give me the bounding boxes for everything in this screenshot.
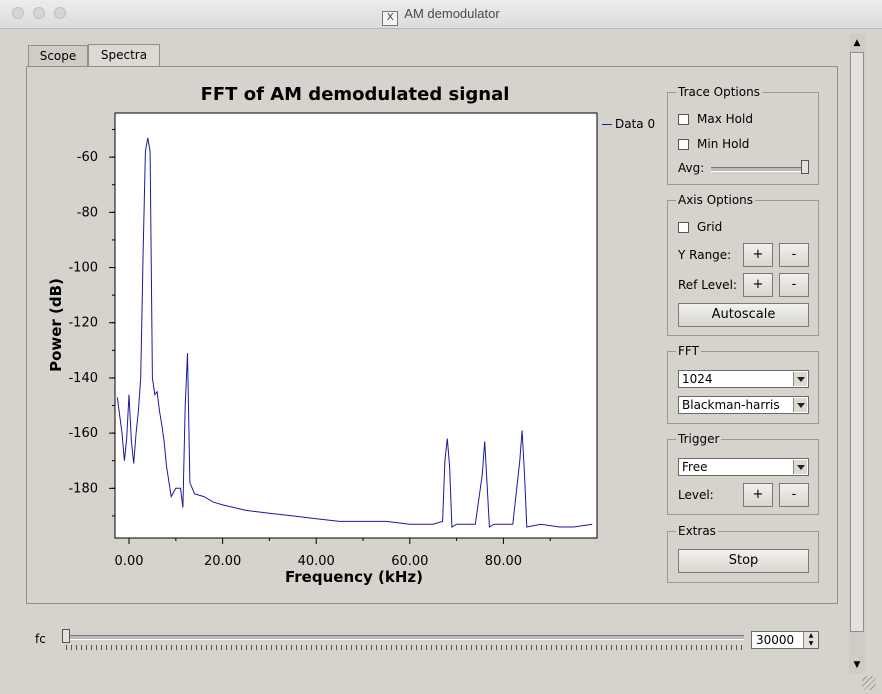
axis-options-title: Axis Options [676,192,756,208]
fft-title: FFT [676,343,701,359]
fc-spinbox[interactable]: 30000 ▲ ▼ [751,631,819,649]
chevron-down-icon[interactable] [793,372,807,386]
avg-slider[interactable] [711,167,809,172]
fft-window-select[interactable]: Blackman-harris [678,396,809,414]
min-hold-box[interactable] [678,139,689,150]
avg-slider-handle[interactable] [801,160,809,174]
grid-label: Grid [697,220,723,234]
fft-group: FFT 1024 Blackman-harris [667,343,819,424]
scrollbar-thumb[interactable] [850,52,864,632]
grid-checkbox[interactable]: Grid [678,219,722,235]
y-range-label: Y Range: [678,248,732,262]
tab-scope[interactable]: Scope [28,45,88,67]
fc-label: fc [35,632,46,646]
ref-level-label: Ref Level: [678,278,737,292]
max-hold-box[interactable] [678,114,689,125]
trigger-title: Trigger [676,431,722,447]
x11-icon: X [382,11,399,26]
trigger-level-plus-button[interactable]: + [743,483,773,507]
window-titlebar: X AM demodulator [0,0,882,29]
window-title-text: AM demodulator [404,6,500,21]
axis-options-group: Axis Options Grid Y Range: + - Ref Level… [667,192,819,336]
spin-arrows-icon[interactable]: ▲ ▼ [803,632,818,648]
fc-slider-handle[interactable] [62,629,70,643]
fft-size-select[interactable]: 1024 [678,370,809,388]
min-hold-label: Min Hold [697,137,750,151]
avg-label: Avg: [678,161,705,175]
legend-swatch [602,124,612,125]
trigger-mode-select[interactable]: Free [678,458,809,476]
tab-spectra[interactable]: Spectra [88,44,160,68]
min-hold-checkbox[interactable]: Min Hold [678,136,749,152]
fc-value: 30000 [756,633,795,647]
vertical-scrollbar[interactable]: ▲ ▼ [849,34,865,674]
scroll-down-icon[interactable]: ▼ [850,658,864,672]
chevron-down-icon[interactable] [793,460,807,474]
grid-box[interactable] [678,222,689,233]
stop-button[interactable]: Stop [678,549,809,573]
trace-options-group: Trace Options Max Hold Min Hold Avg: [667,84,819,185]
legend-label: Data 0 [615,117,656,131]
fc-slider-ticks [66,645,744,650]
fft-window-value: Blackman-harris [682,398,780,412]
ref-level-minus-button[interactable]: - [779,273,809,297]
trigger-level-minus-button[interactable]: - [779,483,809,507]
trigger-level-label: Level: [678,488,714,502]
extras-title: Extras [676,523,718,539]
autoscale-button[interactable]: Autoscale [678,303,809,327]
chevron-down-icon[interactable] [793,398,807,412]
fc-slider[interactable] [66,635,744,640]
trigger-mode-value: Free [682,460,708,474]
plot-legend: Data 0 [602,117,655,131]
plot-title: FFT of AM demodulated signal [200,84,510,105]
scroll-up-icon[interactable]: ▲ [850,36,864,50]
y-range-plus-button[interactable]: + [743,243,773,267]
window-title: X AM demodulator [0,6,882,26]
resize-grip-icon[interactable] [862,676,876,690]
max-hold-checkbox[interactable]: Max Hold [678,111,753,127]
trigger-group: Trigger Free Level: + - [667,431,819,515]
ref-level-plus-button[interactable]: + [743,273,773,297]
trace-options-title: Trace Options [676,84,762,100]
y-range-minus-button[interactable]: - [779,243,809,267]
max-hold-label: Max Hold [697,112,753,126]
extras-group: Extras Stop [667,523,819,583]
fft-size-value: 1024 [682,372,713,386]
